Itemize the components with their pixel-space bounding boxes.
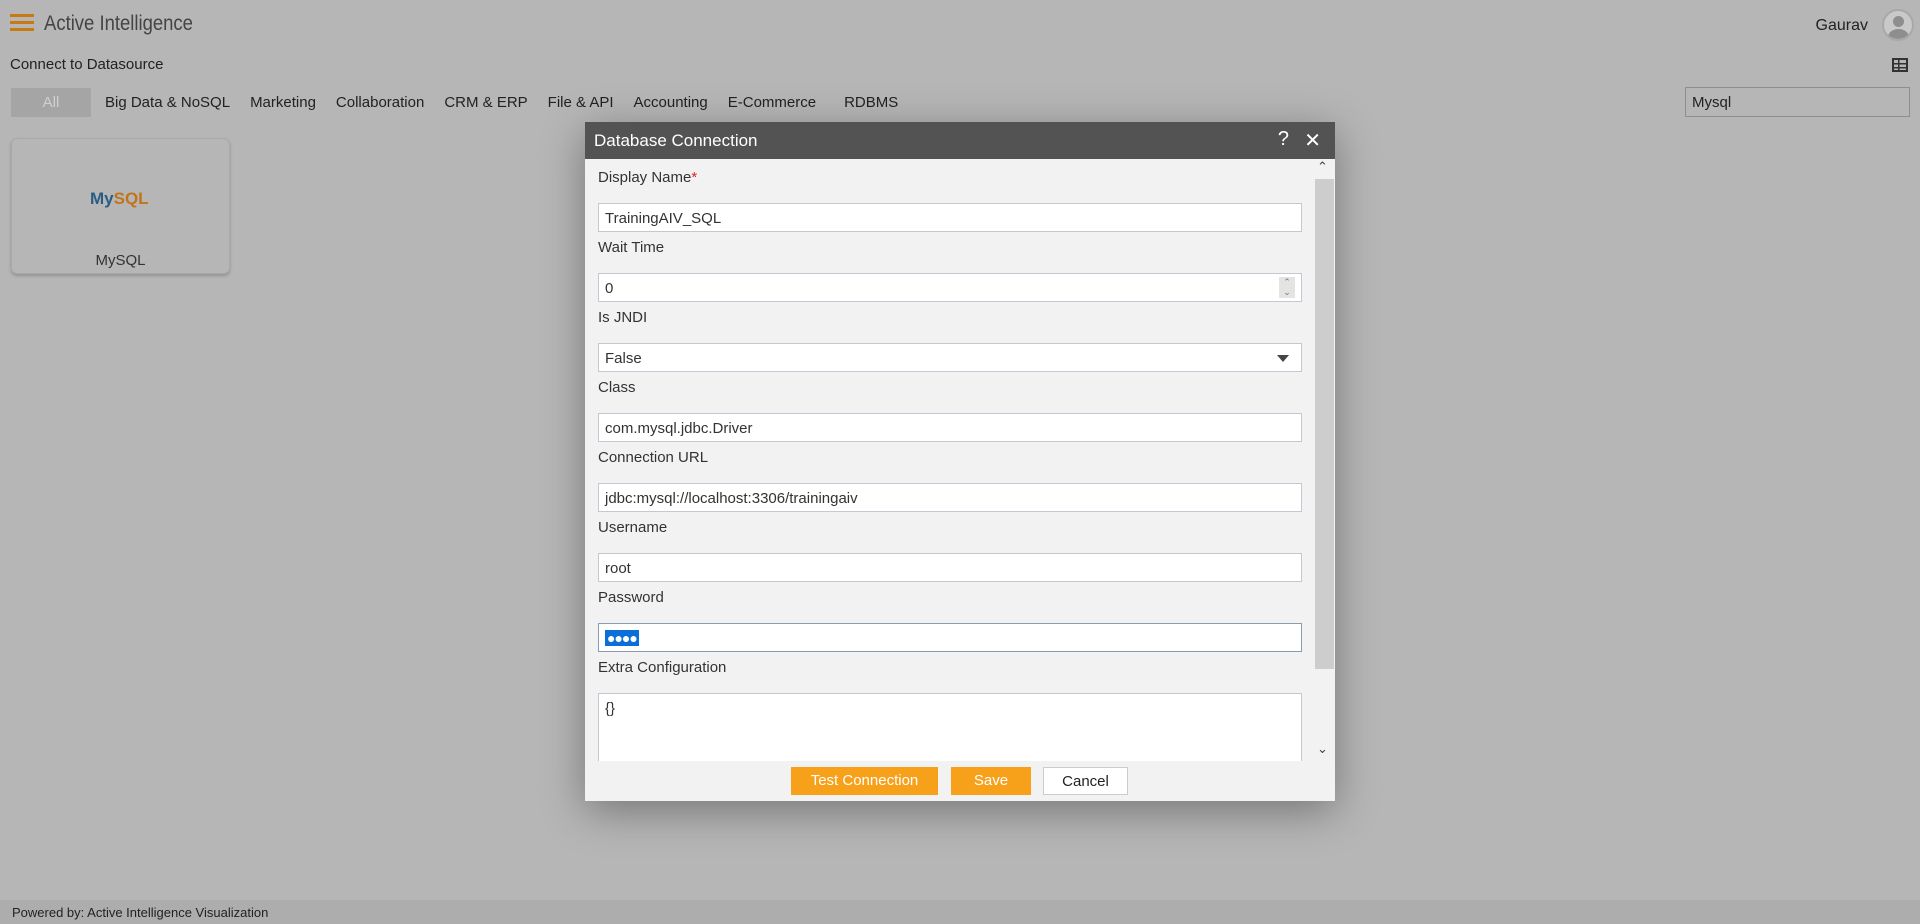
password-input[interactable]: ●●●● — [598, 623, 1302, 652]
class-input[interactable]: com.mysql.jdbc.Driver — [598, 413, 1302, 442]
user-name[interactable]: Gaurav — [1816, 17, 1868, 35]
password-field: Password ●●●● — [598, 589, 1302, 652]
mysql-logo: MySQL — [90, 189, 149, 208]
app-title: Active Intelligence — [44, 12, 193, 35]
tab-marketing[interactable]: Marketing — [240, 88, 326, 117]
class-field: Class com.mysql.jdbc.Driver — [598, 379, 1302, 442]
tab-crm-erp[interactable]: CRM & ERP — [434, 88, 537, 117]
tab-collaboration[interactable]: Collaboration — [326, 88, 434, 117]
database-connection-dialog: Database Connection ? ✕ Display Name* Tr… — [585, 122, 1335, 801]
help-icon[interactable]: ? — [1278, 128, 1289, 151]
tab-big-data-nosql[interactable]: Big Data & NoSQL — [95, 88, 240, 117]
extra-configuration-field: Extra Configuration {} — [598, 659, 1302, 761]
dialog-title: Database Connection — [594, 131, 758, 150]
dialog-header: Database Connection ? ✕ — [585, 122, 1335, 159]
dialog-body: Display Name* TrainingAIV_SQL Wait Time … — [585, 159, 1314, 761]
hamburger-menu-icon[interactable] — [10, 14, 34, 32]
username-input[interactable]: root — [598, 553, 1302, 582]
card-label: MySQL — [95, 252, 146, 269]
is-jndi-field: Is JNDI False — [598, 309, 1302, 372]
chevron-down-icon — [1277, 355, 1289, 362]
display-name-input[interactable]: TrainingAIV_SQL — [598, 203, 1302, 232]
table-view-icon[interactable] — [1892, 58, 1908, 72]
tab-all[interactable]: All — [11, 88, 91, 117]
tab-file-api[interactable]: File & API — [538, 88, 624, 117]
datasource-card-mysql[interactable]: MySQL MySQL — [11, 138, 230, 274]
username-field: Username root — [598, 519, 1302, 582]
extra-configuration-textarea[interactable]: {} — [598, 693, 1302, 761]
number-stepper[interactable]: ⌃ ⌄ — [1279, 277, 1295, 298]
connection-url-field: Connection URL jdbc:mysql://localhost:33… — [598, 449, 1302, 512]
tab-e-commerce[interactable]: E-Commerce — [718, 88, 826, 117]
connection-url-input[interactable]: jdbc:mysql://localhost:3306/trainingaiv — [598, 483, 1302, 512]
display-name-field: Display Name* TrainingAIV_SQL — [598, 169, 1302, 232]
page-title: Connect to Datasource — [10, 56, 164, 73]
is-jndi-select[interactable]: False — [598, 343, 1302, 372]
scroll-up-icon[interactable]: ⌃ — [1317, 159, 1328, 175]
scrollbar-thumb[interactable] — [1315, 179, 1334, 669]
dialog-scrollbar[interactable]: ⌃ ⌄ — [1314, 159, 1335, 761]
tab-accounting[interactable]: Accounting — [624, 88, 718, 117]
footer: Powered by: Active Intelligence Visualiz… — [0, 900, 1920, 924]
cancel-button[interactable]: Cancel — [1043, 767, 1128, 795]
category-tabs: All Big Data & NoSQL Marketing Collabora… — [11, 88, 908, 117]
top-bar: Active Intelligence Gaurav — [0, 0, 1920, 50]
close-icon[interactable]: ✕ — [1304, 128, 1321, 153]
avatar[interactable] — [1882, 9, 1914, 41]
save-button[interactable]: Save — [951, 767, 1031, 795]
search-input[interactable] — [1685, 87, 1910, 117]
wait-time-field: Wait Time 0 ⌃ ⌄ — [598, 239, 1302, 302]
tab-rdbms[interactable]: RDBMS — [834, 88, 908, 117]
scroll-down-icon[interactable]: ⌄ — [1317, 741, 1328, 757]
wait-time-input[interactable]: 0 ⌃ ⌄ — [598, 273, 1302, 302]
test-connection-button[interactable]: Test Connection — [791, 767, 938, 795]
